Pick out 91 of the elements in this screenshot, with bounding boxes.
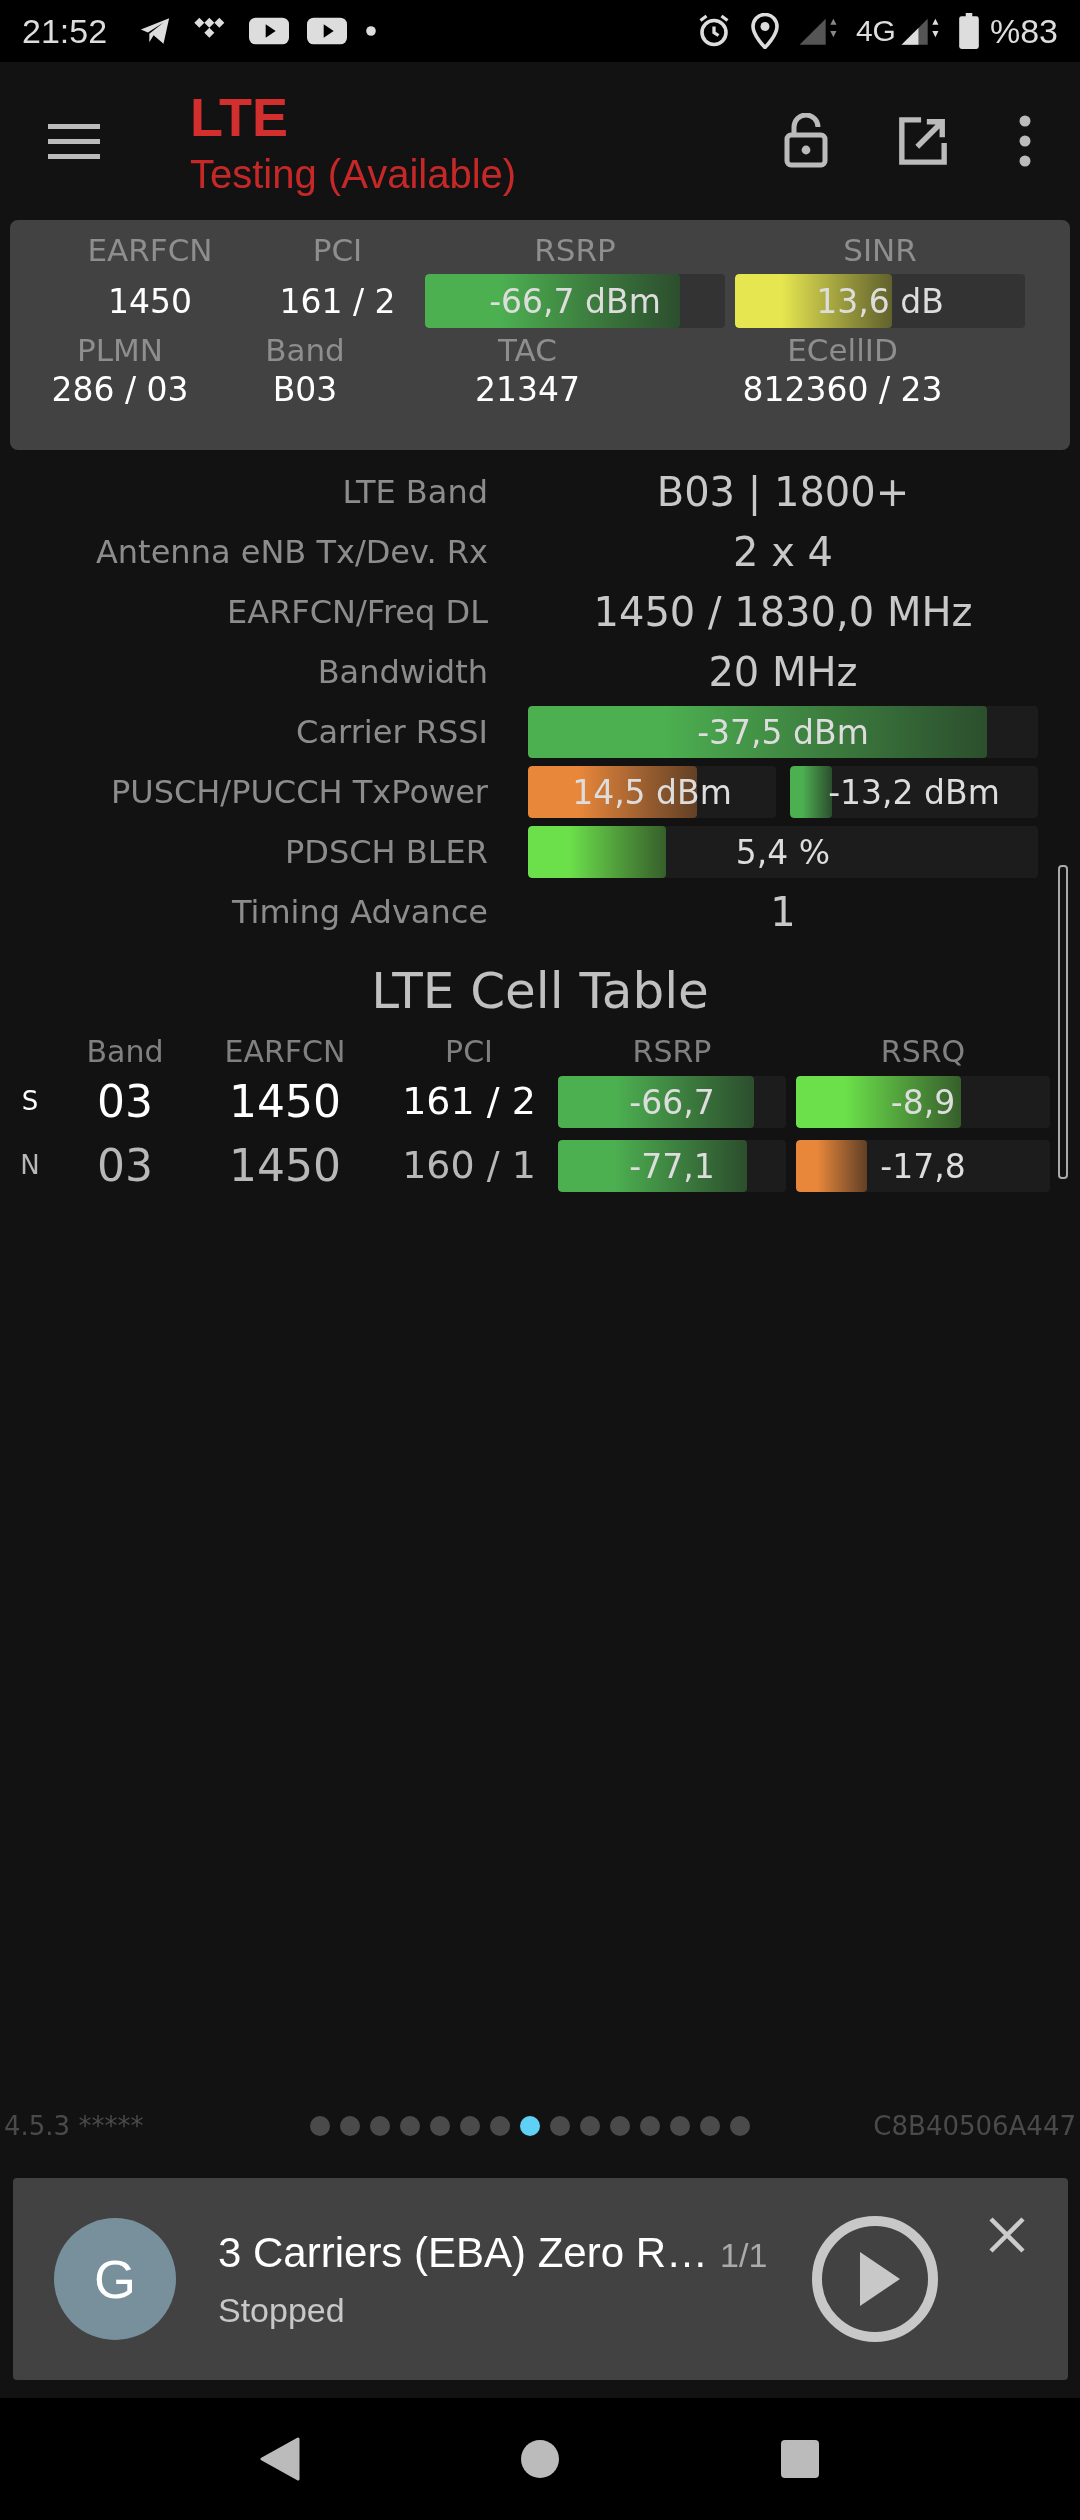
bar-reading: -8,9 bbox=[890, 1082, 956, 1122]
dot-icon bbox=[365, 25, 378, 37]
row-value: 1 bbox=[769, 889, 797, 935]
video-icon bbox=[307, 16, 348, 46]
field-label: PLMN bbox=[76, 332, 164, 368]
external-link-icon[interactable] bbox=[898, 116, 948, 166]
bar-reading: -17,8 bbox=[880, 1146, 966, 1186]
bar-reading: -37,5 dBm bbox=[697, 712, 869, 752]
field-label: SINR bbox=[842, 232, 918, 268]
row-value: 20 MHz bbox=[707, 649, 859, 695]
page-dot[interactable] bbox=[490, 2116, 510, 2136]
page-dot[interactable] bbox=[430, 2116, 450, 2136]
column-header: RSRP bbox=[631, 1034, 713, 1069]
column-header: PCI bbox=[444, 1034, 494, 1069]
field-label: RSRP bbox=[533, 232, 617, 268]
page-dot[interactable] bbox=[370, 2116, 390, 2136]
app-subtitle: Testing (Available) bbox=[190, 151, 518, 197]
row-label: Timing Advance bbox=[230, 893, 489, 931]
page-dot[interactable] bbox=[520, 2116, 540, 2136]
clock: 21:52 bbox=[22, 11, 108, 51]
table-cell-text: 1450 bbox=[228, 1075, 342, 1127]
table-title: LTE Cell Table bbox=[370, 962, 710, 1020]
column-header: RSRQ bbox=[879, 1034, 967, 1069]
page-dot[interactable] bbox=[340, 2116, 360, 2136]
field-value: 1450 bbox=[107, 281, 193, 321]
video-icon bbox=[249, 16, 290, 46]
bar-reading: 14,5 dBm bbox=[572, 772, 732, 812]
bar-reading: -66,7 bbox=[629, 1082, 715, 1122]
bar-reading: -13,2 dBm bbox=[828, 772, 1000, 812]
cell-type: N bbox=[19, 1150, 41, 1180]
bar-reading: 13,6 dB bbox=[816, 281, 944, 321]
menu-icon[interactable] bbox=[48, 122, 100, 160]
version-label: 4.5.3 ***** bbox=[4, 2111, 145, 2141]
back-icon[interactable] bbox=[260, 2437, 300, 2481]
field-value: 161 / 2 bbox=[278, 281, 397, 321]
home-icon[interactable] bbox=[520, 2439, 560, 2479]
page-dot[interactable] bbox=[400, 2116, 420, 2136]
track-title: 3 Carriers (EBA) Zero R… bbox=[218, 2228, 709, 2277]
row-label: Bandwidth bbox=[316, 653, 489, 691]
table-cell-text: 03 bbox=[96, 1075, 154, 1127]
row-value: 2 x 4 bbox=[732, 529, 834, 575]
network-type: 4G bbox=[855, 14, 896, 48]
field-value: 812360 / 23 bbox=[741, 370, 944, 409]
field-label: ECellID bbox=[786, 332, 899, 368]
row-label: PUSCH/PUCCH TxPower bbox=[109, 773, 489, 811]
device-id: C8B40506A447 bbox=[872, 2111, 1076, 2141]
field-value: 21347 bbox=[474, 370, 581, 409]
row-label: EARFCN/Freq DL bbox=[226, 593, 489, 631]
page-dot[interactable] bbox=[730, 2116, 750, 2136]
page-dot[interactable] bbox=[610, 2116, 630, 2136]
row-label: Carrier RSSI bbox=[295, 713, 489, 751]
field-label: PCI bbox=[311, 232, 364, 268]
recents-icon[interactable] bbox=[780, 2439, 820, 2479]
column-header: Band bbox=[85, 1034, 165, 1069]
field-label: TAC bbox=[497, 332, 558, 368]
page-dot[interactable] bbox=[640, 2116, 660, 2136]
bar-reading: -77,1 bbox=[629, 1146, 715, 1186]
cell-type: S bbox=[20, 1086, 40, 1116]
battery-level: %83 bbox=[989, 11, 1058, 51]
field-label: EARFCN bbox=[86, 232, 214, 268]
more-icon[interactable] bbox=[1018, 115, 1032, 167]
battery-icon bbox=[957, 13, 980, 49]
track-count: 1/1 bbox=[720, 2235, 768, 2275]
page-dot[interactable] bbox=[460, 2116, 480, 2136]
page-dot[interactable] bbox=[550, 2116, 570, 2136]
field-label: Band bbox=[264, 332, 346, 368]
page-dot[interactable] bbox=[580, 2116, 600, 2136]
row-label: Antenna eNB Tx/Dev. Rx bbox=[94, 533, 489, 571]
avatar: G bbox=[54, 2218, 176, 2340]
field-value: B03 bbox=[271, 370, 339, 409]
row-value: 1450 / 1830,0 MHz bbox=[592, 589, 974, 635]
page-dot[interactable] bbox=[670, 2116, 690, 2136]
page-dot[interactable] bbox=[310, 2116, 330, 2136]
play-icon[interactable] bbox=[810, 2214, 940, 2344]
player-status: Stopped bbox=[218, 2290, 346, 2330]
table-cell-text: 1450 bbox=[228, 1139, 342, 1191]
table-cell-text: 161 / 2 bbox=[401, 1079, 537, 1123]
bar-reading: -66,7 dBm bbox=[489, 281, 661, 321]
table-cell-text: 160 / 1 bbox=[401, 1143, 537, 1187]
app-title: LTE bbox=[190, 85, 289, 148]
unlock-icon[interactable] bbox=[784, 113, 828, 169]
location-icon bbox=[749, 13, 780, 49]
row-label: LTE Band bbox=[341, 473, 489, 511]
row-label: PDSCH BLER bbox=[283, 833, 489, 871]
bar-reading: 5,4 % bbox=[735, 832, 831, 872]
row-value: B03 | 1800+ bbox=[655, 469, 911, 515]
column-header: EARFCN bbox=[223, 1034, 347, 1069]
page-dot[interactable] bbox=[700, 2116, 720, 2136]
table-cell-text: 03 bbox=[96, 1139, 154, 1191]
close-icon[interactable] bbox=[988, 2216, 1026, 2254]
field-value: 286 / 03 bbox=[50, 370, 190, 409]
